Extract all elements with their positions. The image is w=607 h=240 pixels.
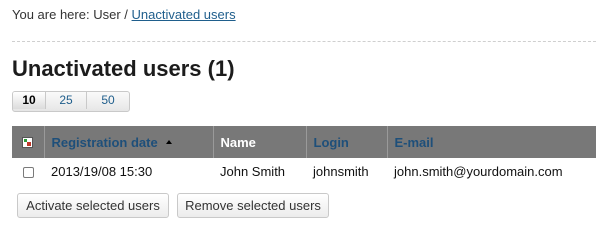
breadcrumb-current-link[interactable]: Unactivated users xyxy=(132,7,236,22)
column-header-registration-date[interactable]: Registration date xyxy=(43,126,213,158)
column-header-email[interactable]: E-mail xyxy=(386,126,596,158)
email-sort-link[interactable]: E-mail xyxy=(395,135,434,150)
page-size-10[interactable]: 10 xyxy=(13,92,46,109)
row-select-cell xyxy=(12,158,44,185)
registration-date-sort-link[interactable]: Registration date xyxy=(52,135,158,150)
cell-email: john.smith@yourdomain.com xyxy=(394,164,563,179)
table-header-row: Registration date Name Login E-mail xyxy=(12,126,596,158)
page-size-50[interactable]: 50 xyxy=(87,92,129,109)
divider xyxy=(12,41,596,42)
breadcrumb: You are here: User / Unactivated users xyxy=(12,6,236,24)
breadcrumb-parent: User xyxy=(93,7,121,22)
page-size-selector: 10 25 50 xyxy=(12,91,130,112)
cell-registration-date: 2013/19/08 15:30 xyxy=(51,164,153,179)
breadcrumb-separator: / xyxy=(124,7,128,22)
page-title: Unactivated users (1) xyxy=(12,56,235,81)
sort-ascending-icon xyxy=(165,140,172,145)
users-table: Registration date Name Login E-mail 2013… xyxy=(12,126,596,185)
select-all-header[interactable] xyxy=(12,126,44,158)
cell-login: johnsmith xyxy=(313,164,369,179)
column-header-login[interactable]: Login xyxy=(305,126,387,158)
row-checkbox[interactable] xyxy=(22,167,34,179)
name-header-label: Name xyxy=(220,134,256,150)
activate-selected-users-button[interactable]: Activate selected users xyxy=(17,193,169,218)
breadcrumb-prefix: You are here: xyxy=(12,7,90,22)
grid-select-icon[interactable] xyxy=(22,136,34,148)
table-row: 2013/19/08 15:30 John Smith johnsmith jo… xyxy=(12,158,596,185)
column-header-name: Name xyxy=(212,126,306,158)
cell-name: John Smith xyxy=(220,164,286,179)
login-sort-link[interactable]: Login xyxy=(314,135,349,150)
page-size-25[interactable]: 25 xyxy=(46,92,87,109)
remove-selected-users-button[interactable]: Remove selected users xyxy=(177,193,329,218)
